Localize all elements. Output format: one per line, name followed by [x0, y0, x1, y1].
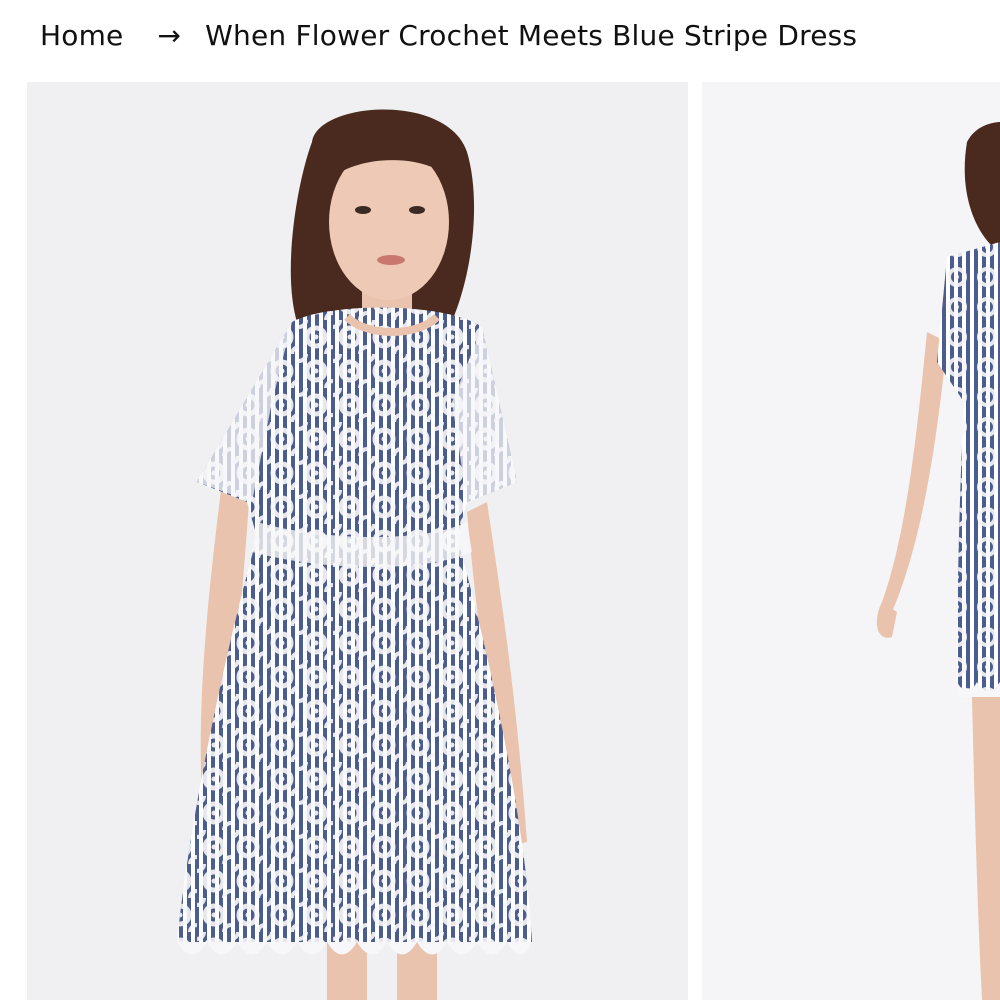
- breadcrumb: Home → When Flower Crochet Meets Blue St…: [40, 12, 857, 58]
- product-image-gallery: [0, 82, 1000, 1000]
- breadcrumb-home-link[interactable]: Home: [40, 19, 124, 52]
- product-image-secondary[interactable]: [702, 82, 1000, 1000]
- breadcrumb-current-page: When Flower Crochet Meets Blue Stripe Dr…: [205, 18, 858, 52]
- product-page: Home → When Flower Crochet Meets Blue St…: [0, 0, 1000, 1000]
- arrow-right-icon: →: [157, 18, 182, 52]
- model-side-illustration: [702, 82, 1000, 1000]
- model-front-illustration: [27, 82, 688, 1000]
- product-image-main[interactable]: [27, 82, 688, 1000]
